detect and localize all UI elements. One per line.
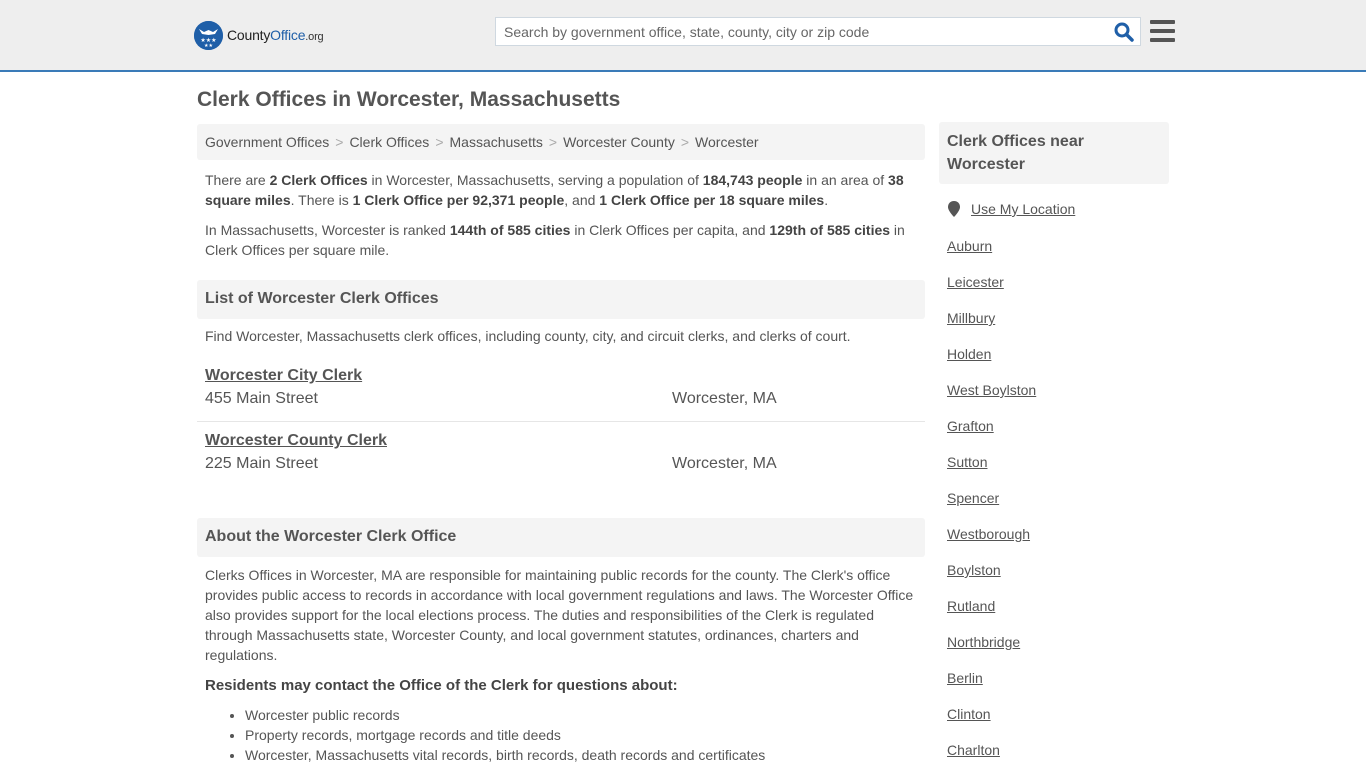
eagle-stars-icon: ★★★ ★★ [194, 20, 223, 50]
breadcrumb-separator: > [435, 134, 444, 150]
topic-item: Worcester public records [245, 705, 765, 725]
topic-item: Property records, mortgage records and t… [245, 725, 765, 745]
about-section-body: Clerks Offices in Worcester, MA are resp… [205, 567, 914, 663]
list-section-heading: List of Worcester Clerk Offices [197, 280, 925, 319]
nearby-city-link[interactable]: Holden [947, 346, 991, 362]
summary-ranking: In Massachusetts, Worcester is ranked 14… [205, 222, 905, 258]
nearby-city-link[interactable]: Rutland [947, 598, 995, 614]
menu-bar-icon [1150, 38, 1175, 42]
use-my-location-link[interactable]: Use My Location [971, 201, 1075, 217]
nearby-city-link[interactable]: Millbury [947, 310, 995, 326]
search-icon [1114, 22, 1134, 42]
office-city: Worcester, MA [672, 390, 777, 407]
nearby-cities-list: Auburn Leicester Millbury Holden West Bo… [947, 237, 1036, 777]
search-button[interactable] [1114, 22, 1134, 42]
svg-text:★★: ★★ [204, 43, 213, 49]
menu-bar-icon [1150, 20, 1175, 24]
office-name-link[interactable]: Worcester City Clerk [205, 365, 917, 387]
nearby-city-link[interactable]: Charlton [947, 742, 1000, 758]
office-address: 225 Main Street [205, 455, 318, 472]
breadcrumb-separator: > [335, 134, 344, 150]
breadcrumb-clerk-offices[interactable]: Clerk Offices [349, 134, 429, 150]
use-my-location: Use My Location [947, 201, 1075, 217]
search-input[interactable] [496, 18, 1106, 45]
office-listing: Worcester County Clerk 225 Main Street W… [197, 430, 925, 476]
residents-heading: Residents may contact the Office of the … [205, 677, 678, 694]
nearby-city-link[interactable]: Westborough [947, 526, 1030, 542]
breadcrumb-separator: > [548, 134, 558, 150]
office-city: Worcester, MA [672, 455, 777, 472]
office-address: 455 Main Street [205, 390, 318, 407]
summary: There are 2 Clerk Offices in Worcester, … [205, 170, 917, 270]
breadcrumb-government-offices[interactable]: Government Offices [205, 134, 329, 150]
breadcrumb-worcester-county[interactable]: Worcester County [563, 134, 675, 150]
breadcrumb-worcester[interactable]: Worcester [695, 134, 759, 150]
nearby-city-link[interactable]: Boylston [947, 562, 1001, 578]
nearby-city-link[interactable]: Clinton [947, 706, 991, 722]
office-name-link[interactable]: Worcester County Clerk [205, 430, 917, 452]
nearby-city-link[interactable]: Leicester [947, 274, 1004, 290]
page-title: Clerk Offices in Worcester, Massachusett… [197, 88, 621, 111]
breadcrumb: Government Offices > Clerk Offices > Massach… [197, 124, 925, 160]
nearby-city-link[interactable]: Grafton [947, 418, 994, 434]
nearby-city-link[interactable]: Northbridge [947, 634, 1020, 650]
list-section-description: Find Worcester, Massachusetts clerk offi… [205, 328, 851, 344]
menu-bar-icon [1150, 29, 1175, 33]
nearby-city-link[interactable]: West Boylston [947, 382, 1036, 398]
site-logo[interactable]: ★★★ ★★ CountyOffice.org [194, 20, 324, 50]
topic-item: Worcester, Massachusetts vital records, … [245, 745, 765, 765]
summary-stats: There are 2 Clerk Offices in Worcester, … [205, 172, 904, 208]
nearby-city-link[interactable]: Berlin [947, 670, 983, 686]
nearby-city-link[interactable]: Sutton [947, 454, 987, 470]
hamburger-menu-button[interactable] [1150, 20, 1175, 42]
breadcrumb-separator: > [680, 134, 690, 150]
nearby-city-link[interactable]: Spencer [947, 490, 999, 506]
listing-divider [197, 421, 925, 422]
sidebar-heading: Clerk Offices near Worcester [939, 122, 1169, 184]
site-header: ★★★ ★★ CountyOffice.org [0, 0, 1366, 72]
breadcrumb-massachusetts[interactable]: Massachusetts [450, 134, 543, 150]
nearby-city-link[interactable]: Auburn [947, 238, 992, 254]
search-box [495, 17, 1141, 46]
topics-list: Worcester public records Property record… [245, 705, 765, 765]
logo-wordmark: CountyOffice.org [227, 27, 324, 43]
about-section-heading: About the Worcester Clerk Office [197, 518, 925, 557]
office-listing: Worcester City Clerk 455 Main Street Wor… [197, 365, 925, 411]
map-pin-icon [948, 201, 960, 217]
